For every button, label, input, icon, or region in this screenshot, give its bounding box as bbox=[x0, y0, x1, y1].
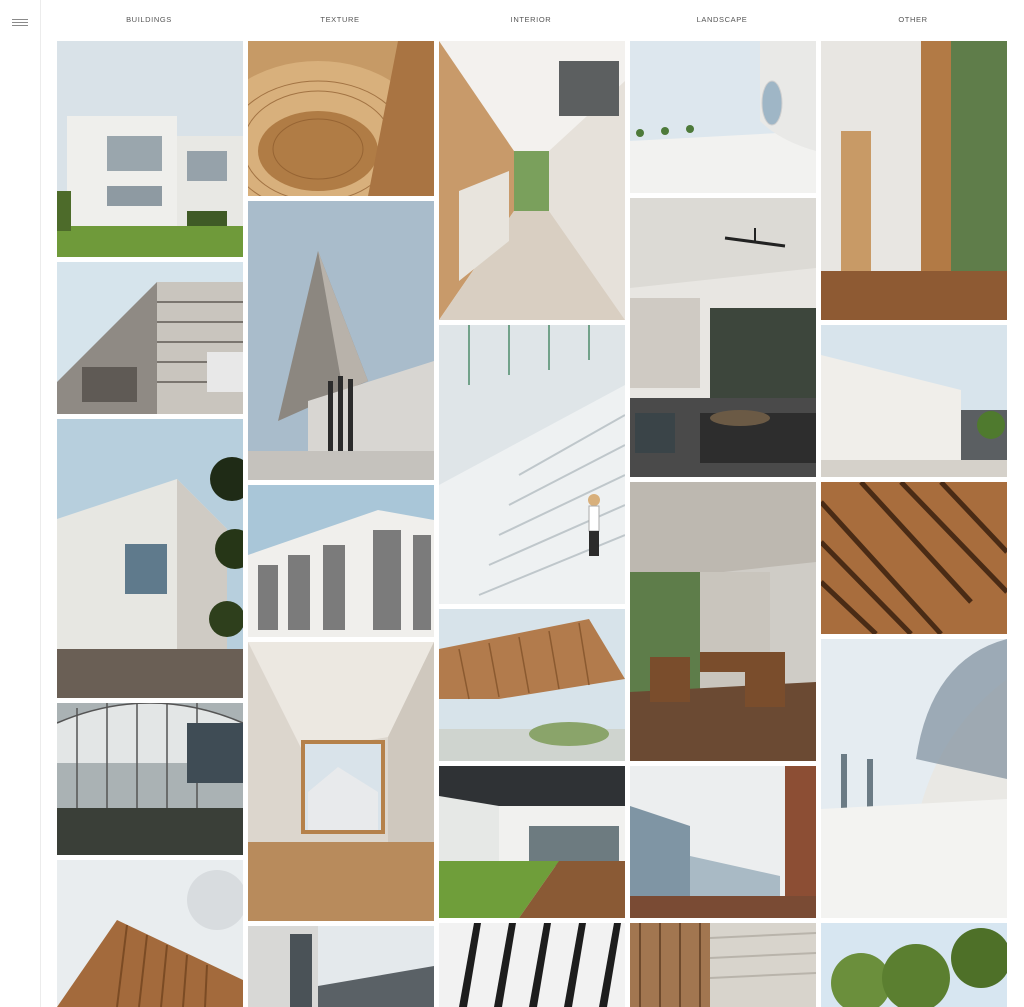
gallery-image-wood-frame-window-room[interactable] bbox=[248, 642, 434, 921]
gallery-image-white-villa[interactable] bbox=[57, 41, 243, 257]
gallery-image-courtyard-lawn[interactable] bbox=[439, 766, 625, 918]
gallery-image-dark-tower-facade[interactable] bbox=[248, 926, 434, 1007]
gallery-image-living-room-fan[interactable] bbox=[630, 198, 816, 477]
gallery-image-black-slats[interactable] bbox=[439, 923, 625, 1007]
sidebar bbox=[0, 0, 41, 1007]
gallery-image-white-staircase[interactable] bbox=[439, 325, 625, 604]
gallery-image-curved-canopy[interactable] bbox=[821, 639, 1007, 918]
gallery-image-wood-diagonal[interactable] bbox=[821, 482, 1007, 634]
gallery-image-plaza-round-window[interactable] bbox=[630, 41, 816, 193]
gallery-image-kitchen-corridor[interactable] bbox=[439, 41, 625, 320]
gallery-image-striped-facade[interactable] bbox=[57, 262, 243, 414]
gallery-image-white-wall-building[interactable] bbox=[821, 325, 1007, 477]
gallery-image-wood-deck[interactable] bbox=[630, 923, 816, 1007]
category-nav: BUILDINGS TEXTURE INTERIOR LANDSCAPE OTH… bbox=[54, 0, 1010, 40]
gallery-image-glass-dome-atrium[interactable] bbox=[57, 703, 243, 855]
gallery-image-timber-slat-building[interactable] bbox=[57, 860, 243, 1007]
gallery-image-curved-wood-ceiling[interactable] bbox=[248, 41, 434, 196]
nav-item-texture[interactable]: TEXTURE bbox=[245, 15, 435, 24]
gallery-image-timber-canopy[interactable] bbox=[439, 609, 625, 761]
nav-item-interior[interactable]: INTERIOR bbox=[436, 15, 626, 24]
gallery-image-window-nook[interactable] bbox=[821, 41, 1007, 320]
nav-item-buildings[interactable]: BUILDINGS bbox=[54, 15, 244, 24]
nav-item-other[interactable]: OTHER bbox=[818, 15, 1008, 24]
gallery-image-louvered-facade[interactable] bbox=[248, 485, 434, 637]
hamburger-menu-icon[interactable] bbox=[12, 19, 28, 28]
gallery-image-trees[interactable] bbox=[821, 923, 1007, 1007]
gallery-image-glass-office[interactable] bbox=[630, 766, 816, 918]
gallery-image-concrete-spike[interactable] bbox=[248, 201, 434, 480]
gallery-image-white-block-trees[interactable] bbox=[57, 419, 243, 698]
gallery-image-concrete-terrace[interactable] bbox=[630, 482, 816, 761]
nav-item-landscape[interactable]: LANDSCAPE bbox=[627, 15, 817, 24]
